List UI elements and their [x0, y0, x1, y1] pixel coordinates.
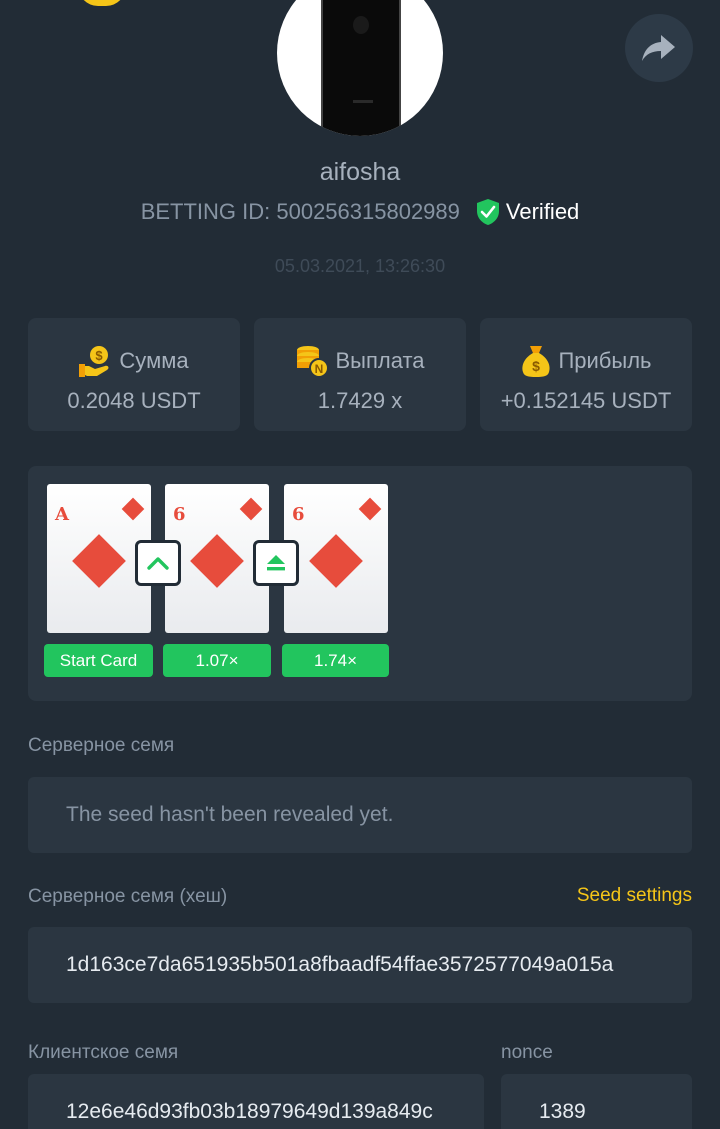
nonce-label: nonce: [501, 1042, 553, 1063]
shield-check-icon: [476, 199, 499, 225]
diamond-suit-icon: [358, 497, 382, 521]
server-seed-hash-field[interactable]: 1d163ce7da651935b501a8fbaadf54ffae357257…: [28, 927, 692, 1003]
server-seed-hash-label: Серверное семя (хеш): [28, 886, 228, 907]
diamond-suit-icon: [190, 534, 244, 588]
stat-card-profit: $ Прибыль +0.152145 USDT: [480, 318, 692, 431]
share-button[interactable]: [625, 14, 693, 82]
server-seed-label: Серверное семя: [28, 735, 175, 756]
multiplier-badge: Start Card: [44, 644, 153, 677]
svg-text:$: $: [533, 358, 541, 374]
stat-label-amount: Сумма: [119, 348, 189, 373]
client-seed-field[interactable]: 12e6e46d93fb03b18979649d139a849c: [28, 1074, 484, 1129]
multiplier-badge: 1.07×: [163, 644, 271, 677]
nonce-field[interactable]: 1389: [501, 1074, 692, 1129]
diamond-suit-icon: [239, 497, 263, 521]
svg-text:N: N: [315, 362, 324, 376]
stat-card-amount: $ Сумма 0.2048 USDT: [28, 318, 240, 431]
share-icon: [642, 35, 675, 61]
stat-label-profit: Прибыль: [558, 348, 652, 373]
avatar-image: [321, 0, 401, 136]
verified-badge: Verified: [476, 198, 579, 226]
coin-icon: [78, 0, 126, 6]
card-rank: 6: [292, 504, 305, 525]
betting-id-row: BETTING ID: 500256315802989 Verified: [0, 198, 720, 226]
username[interactable]: aifosha: [0, 158, 720, 187]
svg-text:$: $: [96, 348, 104, 363]
higher-or-equal-icon: [267, 555, 285, 571]
game-cards-panel: A 6 6 Start Card 1.07× 1.74×: [28, 466, 692, 701]
card-rank: 6: [173, 504, 186, 525]
hand-coin-icon: $: [79, 346, 109, 377]
coin-stack-icon: N: [297, 346, 330, 378]
stat-value-profit: +0.152145 USDT: [500, 388, 672, 413]
avatar: [277, 0, 443, 136]
money-bag-icon: $: [522, 346, 551, 377]
guess-higher-badge: [135, 540, 181, 586]
betting-id: BETTING ID: 500256315802989: [140, 199, 460, 224]
diamond-suit-icon: [72, 534, 126, 588]
server-seed-field: The seed hasn't been revealed yet.: [28, 777, 692, 853]
multiplier-badge: 1.74×: [282, 644, 389, 677]
playing-card: 6: [284, 484, 388, 633]
card-rank: A: [55, 504, 69, 525]
guess-higher-or-equal-badge: [253, 540, 299, 586]
verified-label: Verified: [505, 199, 580, 224]
stat-value-amount: 0.2048 USDT: [67, 388, 201, 413]
bet-timestamp: 05.03.2021, 13:26:30: [274, 256, 446, 276]
stat-card-payout: N Выплата 1.7429 x: [254, 318, 466, 431]
seed-settings-link[interactable]: Seed settings: [577, 885, 692, 907]
stat-label-payout: Выплата: [335, 348, 425, 373]
higher-icon: [147, 557, 169, 570]
client-seed-label: Клиентское семя: [28, 1042, 179, 1063]
diamond-suit-icon: [121, 497, 145, 521]
diamond-suit-icon: [309, 534, 363, 588]
stat-value-payout: 1.7429 x: [317, 388, 403, 413]
